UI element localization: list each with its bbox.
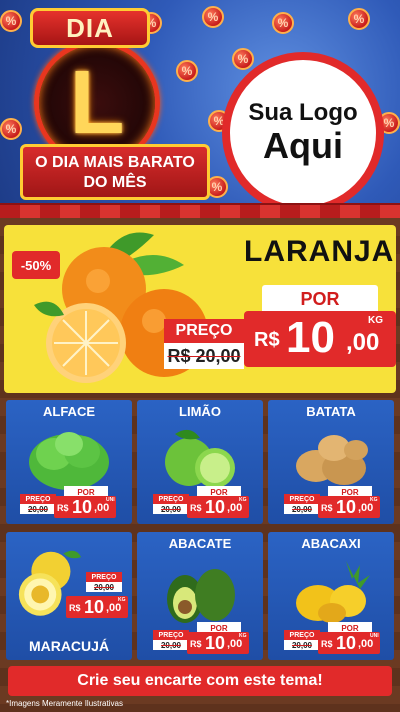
price-integer: 10	[286, 313, 335, 362]
currency-symbol: R$	[69, 603, 81, 613]
product-name: BATATA	[306, 404, 356, 419]
potato-icon	[296, 435, 368, 485]
new-price: R$ 10 ,00 KG	[187, 632, 249, 654]
product-card: ABACATE POR PREÇO 20,00 R$ 10 ,00 KG	[137, 532, 263, 660]
currency-symbol: R$	[321, 503, 333, 513]
hero-price-tag: R$ 10 ,00 KG	[244, 311, 396, 367]
price-tag: POR PREÇO 20,00 R$ 10 ,00 KG	[153, 486, 249, 518]
disclaimer-note: *Imagens Meramente Ilustrativas	[6, 699, 123, 708]
price-cents: ,00	[358, 638, 374, 650]
product-card: LIMÃO POR PREÇO 20,00 R$ 10 ,00 KG	[137, 400, 263, 524]
product-name: MARACUJÁ	[28, 638, 110, 654]
old-price: 20,00	[284, 640, 320, 650]
store-logo-placeholder: Sua Logo Aqui	[222, 52, 384, 214]
currency-symbol: R$	[57, 503, 69, 513]
price-integer: 10	[72, 497, 93, 517]
price-unit: KG	[239, 633, 247, 639]
lettuce-icon	[29, 432, 109, 490]
product-name: ALFACE	[43, 404, 95, 419]
percent-bubble-icon: %	[232, 48, 254, 70]
price-integer: 10	[205, 633, 226, 653]
price-integer: 10	[84, 597, 105, 617]
lime-icon	[165, 429, 235, 488]
product-name: ABACAXI	[301, 536, 361, 551]
hero-old-price: R$ 20,00	[164, 343, 244, 369]
currency-symbol: R$	[190, 639, 202, 649]
old-price: 20,00	[153, 640, 189, 650]
price-unit: KG	[368, 315, 383, 326]
price-cents: ,00	[358, 502, 374, 514]
percent-bubble-icon: %	[0, 10, 22, 32]
price-cents: ,00	[94, 502, 110, 514]
percent-bubble-icon: %	[272, 12, 294, 34]
new-price: R$ 10 ,00 UNI	[54, 496, 116, 518]
currency-symbol: R$	[321, 639, 333, 649]
preco-label: PREÇO	[153, 630, 189, 640]
new-price: R$ 10 ,00 KG	[318, 496, 380, 518]
price-tag: POR PREÇO 20,00 R$ 10 ,00 KG	[284, 486, 380, 518]
price-cents: ,00	[346, 329, 380, 356]
hero-product-card: -50% LARANJA POR PREÇO R$ 20,00 R$ 10 ,0…	[4, 225, 396, 393]
create-flyer-button[interactable]: Crie seu encarte com este tema!	[8, 666, 392, 696]
preco-label: PREÇO	[153, 494, 189, 504]
price-integer: 10	[336, 497, 357, 517]
product-card: BATATA POR PREÇO 20,00 R$ 10 ,00 KG	[268, 400, 394, 524]
slogan-line-1: O DIA MAIS BARATO	[35, 154, 195, 171]
product-card: ALFACE POR PREÇO 20,00 R$ 10 ,00 UNI	[6, 400, 132, 524]
price-unit: KG	[370, 497, 378, 503]
old-price: 20,00	[284, 504, 320, 514]
discount-badge: -50%	[12, 251, 60, 279]
new-price: R$ 10 ,00 KG	[66, 596, 128, 618]
new-price: R$ 10 ,00 UNI	[318, 632, 380, 654]
price-unit: KG	[239, 497, 247, 503]
price-unit: UNI	[370, 633, 379, 639]
price-tag: POR PREÇO 20,00 R$ 10 ,00 UNI	[20, 486, 116, 518]
logo-line-1: Sua Logo	[248, 99, 358, 126]
old-price: 20,00	[86, 582, 122, 592]
price-integer: 10	[205, 497, 226, 517]
preco-label: PREÇO	[20, 494, 56, 504]
percent-bubble-icon: %	[348, 8, 370, 30]
preco-label: PREÇO	[86, 572, 122, 582]
percent-bubble-icon: %	[202, 6, 224, 28]
product-name: ABACATE	[168, 536, 232, 551]
percent-bubble-icon: %	[0, 118, 22, 140]
avocado-icon	[167, 569, 235, 623]
price-cents: ,00	[106, 602, 122, 614]
price-tag: POR PREÇO 20,00 R$ 10 ,00 UNI	[284, 622, 380, 654]
price-unit: UNI	[106, 497, 115, 503]
currency-symbol: R$	[254, 329, 280, 351]
slogan-line-2: DO MÊS	[83, 174, 147, 191]
old-price: 20,00	[20, 504, 56, 514]
preco-label: PREÇO	[284, 630, 320, 640]
hero-por-label: POR	[262, 285, 378, 313]
currency-symbol: R$	[190, 503, 202, 513]
slogan-ribbon: O DIA MAIS BARATO DO MÊS	[20, 144, 210, 200]
price-tag: PREÇO 20,00 R$ 10 ,00 KG	[34, 572, 130, 618]
pineapple-icon	[296, 561, 370, 623]
product-card: PREÇO 20,00 R$ 10 ,00 KG MARACUJÁ	[6, 532, 132, 660]
preco-label: PREÇO	[284, 494, 320, 504]
price-integer: 10	[336, 633, 357, 653]
hero-product-name: LARANJA	[244, 235, 395, 268]
percent-bubble-icon: %	[176, 60, 198, 82]
price-unit: KG	[118, 597, 126, 603]
price-cents: ,00	[227, 502, 243, 514]
new-price: R$ 10 ,00 KG	[187, 496, 249, 518]
product-card: ABACAXI POR PREÇO 20,00 R$ 10 ,00 UNI	[268, 532, 394, 660]
header-banner: % % % % % % % % % % % L DIA O DIA MAIS B…	[0, 0, 400, 225]
old-price: 20,00	[153, 504, 189, 514]
hero-preco-label: PREÇO	[164, 319, 244, 343]
logo-line-2: Aqui	[263, 125, 343, 166]
price-tag: POR PREÇO 20,00 R$ 10 ,00 KG	[153, 622, 249, 654]
product-name: LIMÃO	[179, 404, 221, 419]
badge-dia: DIA	[30, 8, 150, 48]
price-cents: ,00	[227, 638, 243, 650]
